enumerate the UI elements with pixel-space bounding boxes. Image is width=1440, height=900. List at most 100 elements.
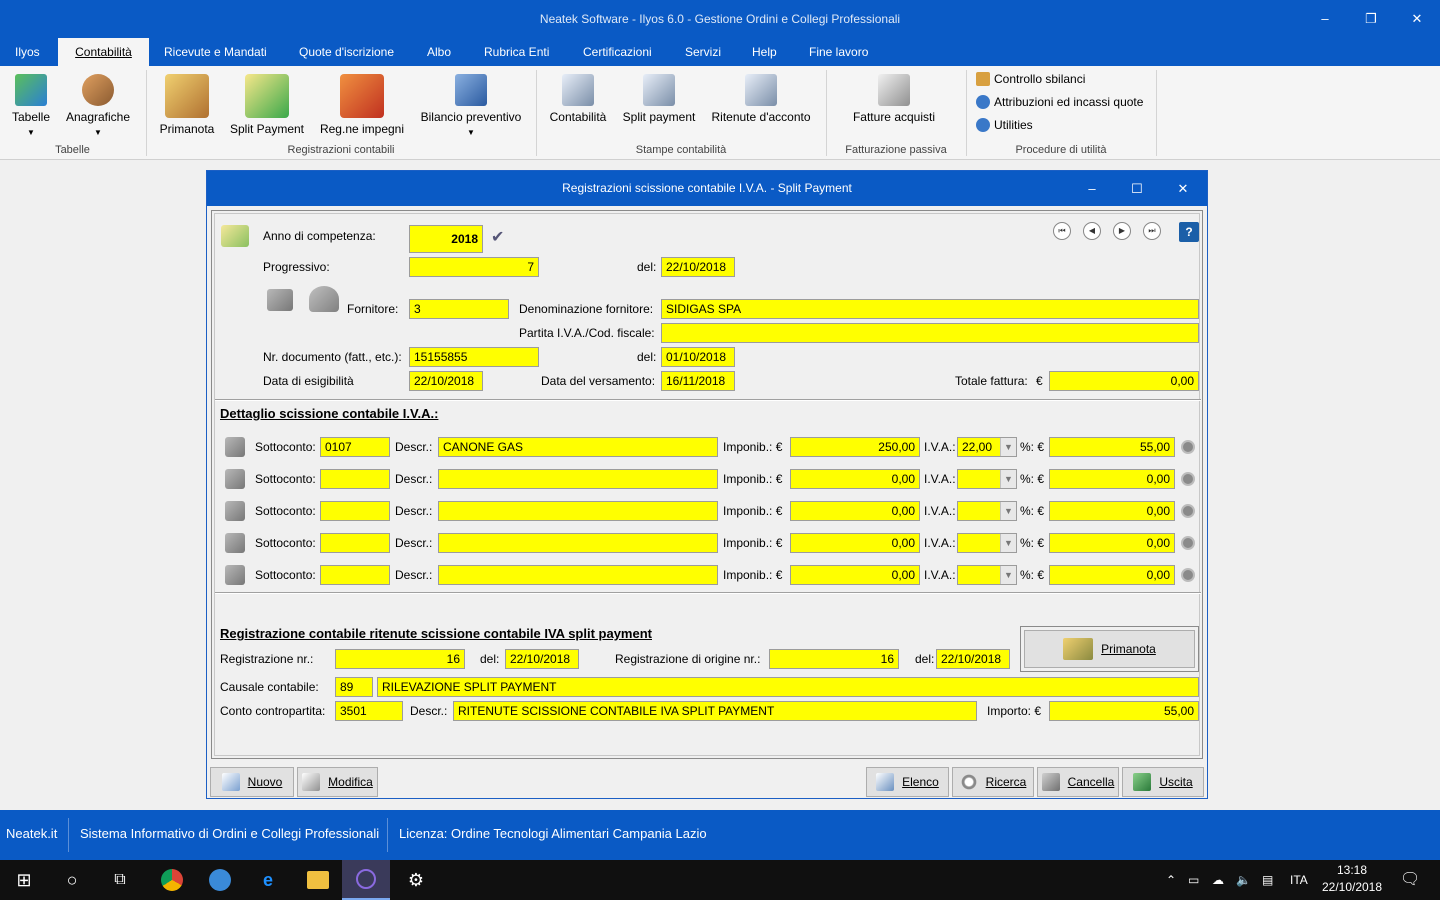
uscita-button[interactable]: Uscita xyxy=(1122,767,1204,797)
sottoconto-field[interactable] xyxy=(320,501,390,521)
primanota-dialog-button[interactable]: Primanota xyxy=(1024,630,1195,668)
menu-ricevute[interactable]: Ricevute e Mandati xyxy=(156,38,275,66)
modifica-button[interactable]: Modifica xyxy=(297,767,378,797)
menu-ilyos[interactable]: Ilyos xyxy=(7,38,48,66)
calculate-icon[interactable] xyxy=(1181,536,1195,550)
regnr-date-field[interactable]: 22/10/2018 xyxy=(505,649,579,669)
next-record-icon[interactable]: ▶ xyxy=(1113,222,1131,240)
denominazione-field[interactable]: SIDIGAS SPA xyxy=(661,299,1199,319)
iva-select[interactable]: 22,00 ▼ xyxy=(957,437,1017,457)
iva-importo-field[interactable]: 55,00 xyxy=(1049,437,1175,457)
progressivo-field[interactable]: 7 xyxy=(409,257,539,277)
conto-descr-field[interactable]: RITENUTE SCISSIONE CONTABILE IVA SPLIT P… xyxy=(453,701,977,721)
menu-contabilita[interactable]: Contabilità xyxy=(58,38,149,67)
bilancio-preventivo-button[interactable]: Bilancio preventivo ▼ xyxy=(416,74,526,138)
task-view-icon[interactable]: ⧉ xyxy=(96,860,144,900)
dialog-minimize-button[interactable]: – xyxy=(1077,171,1107,206)
calculate-icon[interactable] xyxy=(1181,568,1195,582)
row-document-icon[interactable] xyxy=(225,437,245,457)
close-button[interactable]: ✕ xyxy=(1394,0,1440,38)
versamento-field[interactable]: 16/11/2018 xyxy=(661,371,735,391)
fornitore-field[interactable]: 3 xyxy=(409,299,509,319)
last-record-icon[interactable]: ⏭ xyxy=(1143,222,1161,240)
chevron-down-icon[interactable]: ▼ xyxy=(1000,438,1016,456)
iva-select[interactable]: ▼ xyxy=(957,565,1017,585)
anagrafiche-button[interactable]: Anagrafiche ▼ xyxy=(62,74,134,138)
row-document-icon[interactable] xyxy=(225,501,245,521)
importo-field[interactable]: 55,00 xyxy=(1049,701,1199,721)
calculate-icon[interactable] xyxy=(1181,504,1195,518)
sottoconto-field[interactable] xyxy=(320,533,390,553)
prev-record-icon[interactable]: ◀ xyxy=(1083,222,1101,240)
sottoconto-field[interactable] xyxy=(320,565,390,585)
search-icon[interactable]: ○ xyxy=(48,860,96,900)
controllo-sbilanci-button[interactable]: Controllo sbilanci xyxy=(976,72,1085,86)
help-icon[interactable]: ? xyxy=(1179,222,1199,242)
stampa-split-button[interactable]: Split payment xyxy=(618,74,700,124)
piva-field[interactable] xyxy=(661,323,1199,343)
dialog-close-button[interactable]: ✕ xyxy=(1168,171,1198,206)
imponibile-field[interactable]: 250,00 xyxy=(790,437,920,457)
iva-importo-field[interactable]: 0,00 xyxy=(1049,501,1175,521)
iva-select[interactable]: ▼ xyxy=(957,533,1017,553)
iva-importo-field[interactable]: 0,00 xyxy=(1049,533,1175,553)
check-icon[interactable]: ✔ xyxy=(491,227,513,247)
settings-icon[interactable]: ⚙ xyxy=(392,860,440,900)
iva-select[interactable]: ▼ xyxy=(957,469,1017,489)
nrdoc-date-field[interactable]: 01/10/2018 xyxy=(661,347,735,367)
imponibile-field[interactable]: 0,00 xyxy=(790,469,920,489)
primanota-button[interactable]: Primanota xyxy=(154,74,220,136)
network-icon[interactable]: ▤ xyxy=(1262,860,1273,900)
calculate-icon[interactable] xyxy=(1181,440,1195,454)
menu-fine-lavoro[interactable]: Fine lavoro xyxy=(801,38,876,66)
document-icon[interactable] xyxy=(267,289,293,311)
row-document-icon[interactable] xyxy=(225,565,245,585)
person-icon[interactable] xyxy=(309,286,339,312)
chevron-down-icon[interactable]: ▼ xyxy=(1000,534,1016,552)
sottoconto-field[interactable]: 0107 xyxy=(320,437,390,457)
first-record-icon[interactable]: ⏮ xyxy=(1053,222,1071,240)
descr-field[interactable] xyxy=(438,565,718,585)
attribuzioni-button[interactable]: Attribuzioni ed incassi quote xyxy=(976,95,1143,109)
app-icon[interactable] xyxy=(196,860,244,900)
imponibile-field[interactable]: 0,00 xyxy=(790,533,920,553)
regne-impegni-button[interactable]: Reg.ne impegni xyxy=(314,74,410,136)
chevron-down-icon[interactable]: ▼ xyxy=(1000,566,1016,584)
clock[interactable]: 13:18 22/10/2018 xyxy=(1318,862,1386,896)
ilyos-app-icon[interactable] xyxy=(342,860,390,900)
utilities-button[interactable]: Utilities xyxy=(976,118,1033,132)
nuovo-button[interactable]: Nuovo xyxy=(210,767,294,797)
cancella-button[interactable]: Cancella xyxy=(1037,767,1119,797)
menu-servizi[interactable]: Servizi xyxy=(677,38,729,66)
calculate-icon[interactable] xyxy=(1181,472,1195,486)
conto-code-field[interactable]: 3501 xyxy=(335,701,403,721)
esigibilita-field[interactable]: 22/10/2018 xyxy=(409,371,483,391)
stampa-contabilita-button[interactable]: Contabilità xyxy=(544,74,612,124)
chevron-up-icon[interactable]: ⌃ xyxy=(1166,860,1176,900)
iva-importo-field[interactable]: 0,00 xyxy=(1049,565,1175,585)
fatture-acquisti-button[interactable]: Fatture acquisti xyxy=(840,74,948,124)
descr-field[interactable] xyxy=(438,469,718,489)
imponibile-field[interactable]: 0,00 xyxy=(790,501,920,521)
stampa-ritenute-button[interactable]: Ritenute d'acconto xyxy=(706,74,816,124)
descr-field[interactable] xyxy=(438,501,718,521)
file-explorer-icon[interactable] xyxy=(294,860,342,900)
imponibile-field[interactable]: 0,00 xyxy=(790,565,920,585)
menu-certificazioni[interactable]: Certificazioni xyxy=(575,38,660,66)
causale-field[interactable]: RILEVAZIONE SPLIT PAYMENT xyxy=(377,677,1199,697)
dialog-maximize-button[interactable]: ☐ xyxy=(1122,171,1152,206)
descr-field[interactable]: CANONE GAS xyxy=(438,437,718,457)
causale-code-field[interactable]: 89 xyxy=(335,677,373,697)
volume-icon[interactable]: 🔈 xyxy=(1236,860,1251,900)
row-document-icon[interactable] xyxy=(225,469,245,489)
chevron-down-icon[interactable]: ▼ xyxy=(1000,470,1016,488)
maximize-button[interactable]: ❐ xyxy=(1348,0,1394,38)
iva-importo-field[interactable]: 0,00 xyxy=(1049,469,1175,489)
chevron-down-icon[interactable]: ▼ xyxy=(1000,502,1016,520)
cloud-icon[interactable]: ☁ xyxy=(1212,860,1224,900)
menu-rubrica[interactable]: Rubrica Enti xyxy=(476,38,557,66)
descr-field[interactable] xyxy=(438,533,718,553)
battery-icon[interactable]: ▭ xyxy=(1188,860,1199,900)
menu-help[interactable]: Help xyxy=(744,38,785,66)
elenco-button[interactable]: Elenco xyxy=(866,767,949,797)
